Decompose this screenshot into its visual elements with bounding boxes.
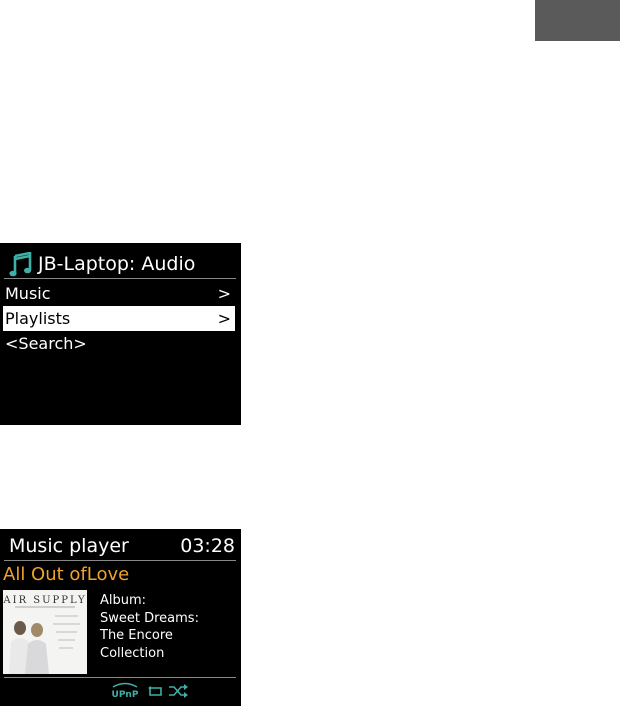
player-title: Music player <box>9 535 129 557</box>
music-note-icon <box>9 252 32 277</box>
footer-divider <box>4 677 236 678</box>
browser-title: JB-Laptop: Audio <box>38 253 196 275</box>
status-bar: UPnP <box>0 679 241 703</box>
album-info-line: Sweet Dreams: <box>100 610 199 626</box>
clock-time: 03:28 <box>180 535 235 557</box>
song-title: All Out ofLove <box>3 564 130 585</box>
menu-item-label: Playlists <box>5 309 71 328</box>
svg-text:UPnP: UPnP <box>112 690 139 700</box>
chevron-right-icon: > <box>217 284 231 303</box>
album-info-line: Album: <box>100 593 147 608</box>
album-info-line: Collection <box>100 645 165 661</box>
menu-item-label: <Search> <box>5 334 87 353</box>
menu-item-playlists[interactable]: Playlists > <box>3 306 235 331</box>
browser-header: JB-Laptop: Audio <box>0 249 241 279</box>
shuffle-icon <box>169 684 188 698</box>
repeat-icon <box>148 686 162 696</box>
media-browser-screen: JB-Laptop: Audio Music > Playlists > <Se… <box>0 243 241 425</box>
album-info: Album: Sweet Dreams: The Encore Collecti… <box>100 592 199 662</box>
chevron-right-icon: > <box>217 309 231 328</box>
menu-item-music[interactable]: Music > <box>3 281 235 306</box>
music-player-screen: Music player 03:28 All Out ofLove AIR SU… <box>0 529 241 706</box>
album-art: AIR SUPPLY <box>3 590 87 674</box>
page-corner-tab <box>535 0 620 41</box>
upnp-icon: UPnP <box>112 682 139 700</box>
menu-item-search[interactable]: <Search> <box>3 331 235 356</box>
album-info-line: The Encore <box>100 628 173 643</box>
menu-item-label: Music <box>5 284 51 303</box>
header-divider <box>4 560 236 561</box>
album-art-text: AIR SUPPLY <box>3 595 87 606</box>
header-divider <box>4 278 236 279</box>
